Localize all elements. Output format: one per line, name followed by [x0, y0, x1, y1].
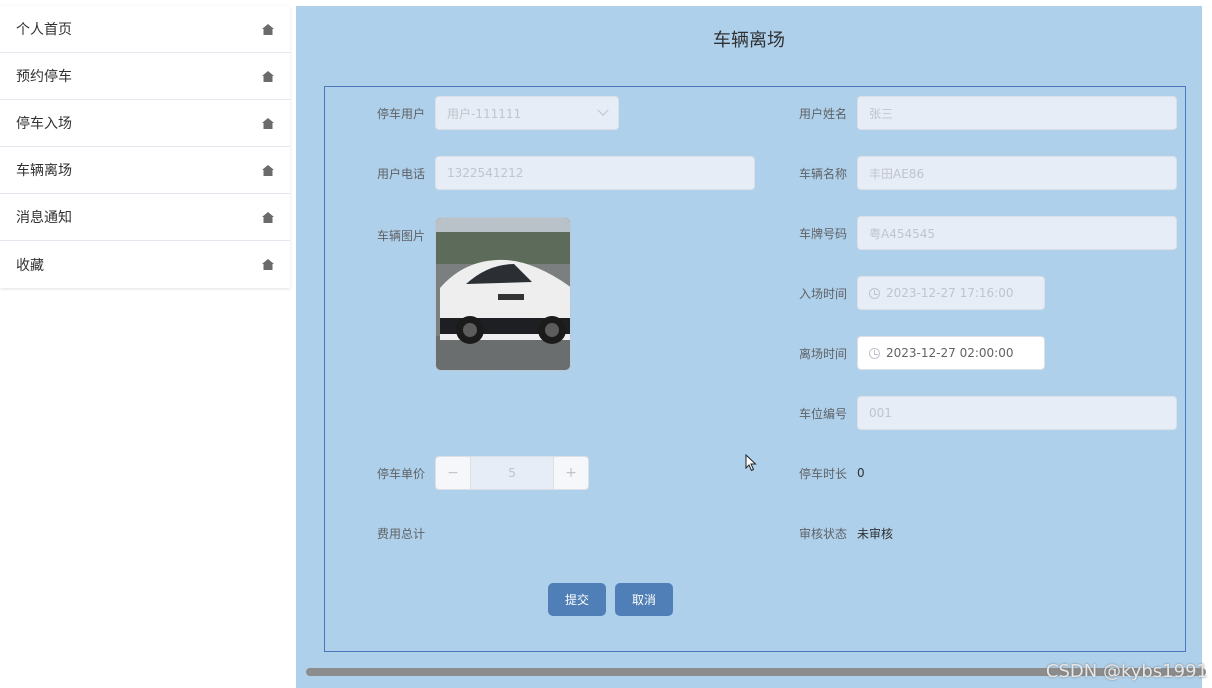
field-exit-time: 离场时间 2023-12-27 02:00:00 — [799, 336, 1046, 370]
field-user-phone: 用户电话 1322541212 — [377, 156, 756, 190]
page-title: 车辆离场 — [713, 30, 785, 51]
increment-button[interactable]: + — [554, 457, 589, 489]
decrement-button[interactable]: − — [436, 457, 471, 489]
home-icon — [262, 23, 274, 35]
exit-time-picker[interactable]: 2023-12-27 02:00:00 — [857, 336, 1046, 370]
field-plate-number: 车牌号码 粤A454545 — [799, 216, 1178, 250]
sidebar-item-home[interactable]: 个人首页 — [0, 6, 290, 53]
home-icon — [262, 117, 274, 129]
sidebar-item-label: 消息通知 — [16, 210, 72, 226]
sidebar-item-notifications[interactable]: 消息通知 — [0, 194, 290, 241]
mouse-cursor-icon — [745, 454, 757, 472]
review-status-label: 审核状态 — [799, 526, 848, 541]
user-phone-input[interactable]: 1322541212 — [435, 156, 756, 190]
sidebar-item-label: 收藏 — [16, 257, 44, 274]
watermark: CSDN @kybs1991 — [1045, 661, 1208, 682]
car-image[interactable] — [435, 217, 572, 371]
field-total-cost: 费用总计 — [377, 516, 425, 550]
field-space-number: 车位编号 001 — [799, 396, 1178, 430]
field-duration: 停车时长 0 — [799, 456, 865, 490]
car-name-label: 车辆名称 — [799, 166, 848, 181]
field-entry-time: 入场时间 2023-12-27 17:16:00 — [799, 276, 1046, 310]
user-name-label: 用户姓名 — [799, 106, 848, 121]
exit-time-value: 2023-12-27 02:00:00 — [886, 346, 1014, 360]
main-panel: 车辆离场 停车用户 用户-111111 用户姓名 张三 用户电话 1322541… — [296, 6, 1206, 688]
home-icon — [262, 164, 274, 176]
entry-time-value: 2023-12-27 17:16:00 — [886, 286, 1014, 300]
parking-user-label: 停车用户 — [377, 106, 426, 121]
space-number-input[interactable]: 001 — [857, 396, 1178, 430]
chevron-down-icon — [597, 104, 609, 116]
sidebar-item-reservation[interactable]: 预约停车 — [0, 53, 290, 100]
sidebar-item-label: 车辆离场 — [16, 163, 72, 179]
parking-user-value: 用户-111111 — [447, 106, 522, 121]
field-car-name: 车辆名称 丰田AE86 — [799, 156, 1178, 190]
home-icon — [262, 259, 274, 270]
car-image-label: 车辆图片 — [377, 229, 426, 243]
space-number-label: 车位编号 — [799, 406, 848, 421]
user-name-input[interactable]: 张三 — [857, 96, 1178, 130]
total-cost-label: 费用总计 — [377, 526, 426, 541]
submit-button[interactable]: 提交 — [548, 583, 606, 616]
sidebar-item-favorites[interactable]: 收藏 — [0, 241, 290, 288]
review-status-value: 未审核 — [857, 526, 894, 541]
field-parking-user: 停车用户 用户-111111 — [377, 96, 620, 130]
user-phone-value: 1322541212 — [447, 166, 524, 180]
plate-number-label: 车牌号码 — [799, 226, 848, 241]
sidebar-item-vehicle-exit[interactable]: 车辆离场 — [0, 147, 290, 194]
sidebar-item-parking-entry[interactable]: 停车入场 — [0, 100, 290, 147]
clock-icon — [869, 287, 881, 299]
unit-price-value[interactable]: 5 — [470, 457, 555, 489]
user-name-value: 张三 — [869, 106, 894, 121]
home-icon — [262, 70, 274, 82]
field-unit-price: 停车单价 − 5 + — [377, 456, 590, 490]
entry-time-label: 入场时间 — [799, 286, 848, 301]
parking-user-select[interactable]: 用户-111111 — [435, 96, 620, 130]
vehicle-exit-form: 停车用户 用户-111111 用户姓名 张三 用户电话 1322541212 车… — [324, 86, 1186, 652]
car-name-input[interactable]: 丰田AE86 — [857, 156, 1178, 190]
car-photo-graphic — [436, 218, 571, 370]
plate-number-value: 粤A454545 — [869, 226, 936, 241]
space-number-value: 001 — [869, 406, 892, 420]
unit-price-label: 停车单价 — [377, 466, 426, 481]
duration-label: 停车时长 — [799, 466, 848, 481]
user-phone-label: 用户电话 — [377, 166, 426, 181]
unit-price-stepper[interactable]: − 5 + — [435, 456, 590, 490]
sidebar-item-label: 停车入场 — [16, 116, 72, 132]
duration-value: 0 — [857, 466, 865, 480]
car-name-value: 丰田AE86 — [869, 166, 925, 181]
sidebar-item-label: 个人首页 — [16, 22, 72, 38]
field-car-image: 车辆图片 — [377, 217, 572, 371]
field-review-status: 审核状态 未审核 — [799, 516, 893, 550]
cancel-button[interactable]: 取消 — [615, 583, 673, 616]
exit-time-label: 离场时间 — [799, 346, 848, 361]
entry-time-picker[interactable]: 2023-12-27 17:16:00 — [857, 276, 1046, 310]
clock-icon — [869, 347, 881, 359]
plate-number-input[interactable]: 粤A454545 — [857, 216, 1178, 250]
home-icon — [262, 211, 274, 223]
field-user-name: 用户姓名 张三 — [799, 96, 1178, 130]
sidebar-menu: 个人首页 预约停车 停车入场 车辆离场 消息通知 收藏 — [0, 6, 290, 288]
sidebar-item-label: 预约停车 — [16, 69, 72, 85]
